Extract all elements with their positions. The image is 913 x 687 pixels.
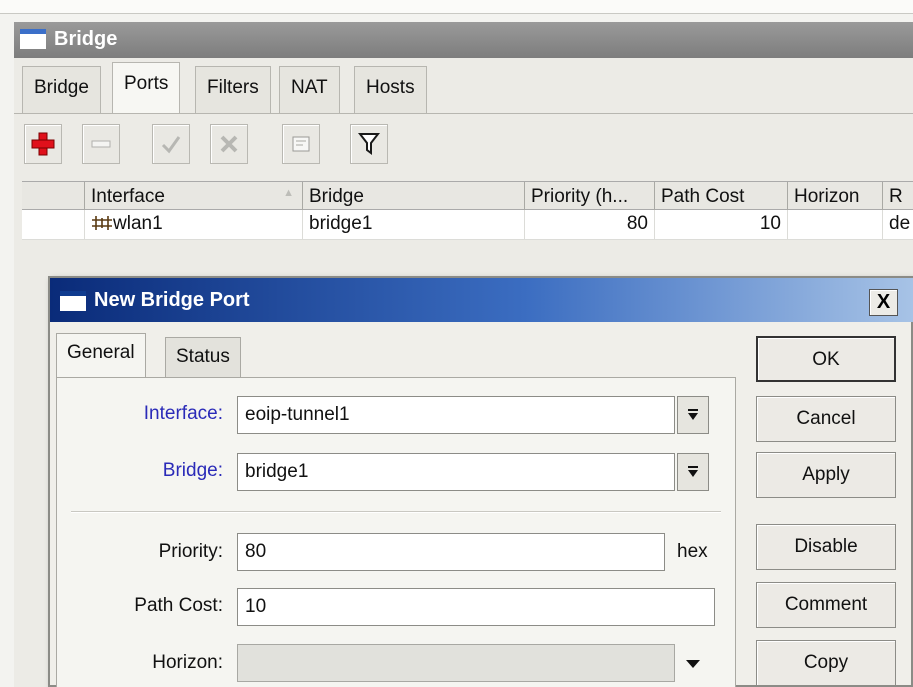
disable-button[interactable]: Disable: [756, 524, 896, 570]
minus-icon: [91, 140, 111, 148]
horizon-input[interactable]: [237, 644, 675, 682]
enable-button[interactable]: [152, 124, 190, 164]
row-interface: wlan1: [113, 213, 163, 234]
tab-label: Hosts: [366, 77, 415, 98]
tab-label: General: [67, 342, 135, 363]
bridge-label: Bridge:: [162, 460, 223, 481]
row-priority: 80: [524, 210, 654, 240]
priority-input[interactable]: 80: [237, 533, 665, 571]
check-icon: [161, 136, 181, 154]
tab-label: Status: [176, 346, 230, 367]
copy-button[interactable]: Copy: [756, 640, 896, 686]
ok-button[interactable]: OK: [756, 336, 896, 382]
comment-button[interactable]: Comment: [756, 582, 896, 628]
path-cost-label: Path Cost:: [134, 595, 223, 616]
interface-label: Interface:: [143, 403, 223, 424]
ports-table-header: Interface ▲ Bridge Priority (h... Path C…: [22, 181, 913, 211]
interface-port-icon: [92, 216, 112, 230]
top-window-edge: [0, 0, 913, 14]
close-button[interactable]: X: [869, 289, 898, 316]
row-interface-cell: wlan1: [84, 210, 302, 240]
bridge-window-titlebar: Bridge: [14, 22, 913, 58]
row-horizon: [787, 210, 882, 240]
comment-icon: [292, 136, 310, 152]
sort-asc-icon: ▲: [283, 187, 294, 199]
horizon-label: Horizon:: [152, 652, 223, 673]
dropdown-arrow-icon: [686, 660, 700, 668]
remove-button[interactable]: [82, 124, 120, 164]
dropdown-arrow-icon: [688, 409, 698, 420]
tab-label: Filters: [207, 77, 259, 98]
disable-button[interactable]: [210, 124, 248, 164]
dialog-title: New Bridge Port: [94, 289, 250, 311]
filter-button[interactable]: [350, 124, 388, 164]
row-bridge: bridge1: [302, 210, 524, 240]
apply-button[interactable]: Apply: [756, 452, 896, 498]
window-icon: [20, 29, 46, 49]
column-header-horizon[interactable]: Horizon: [787, 182, 882, 211]
cross-icon: [220, 135, 238, 153]
tabbar-divider: [14, 113, 913, 114]
column-header-priority[interactable]: Priority (h...: [524, 182, 654, 211]
column-header-path-cost[interactable]: Path Cost: [654, 182, 787, 211]
tab-nat[interactable]: NAT: [279, 66, 340, 114]
add-button[interactable]: [24, 124, 62, 164]
bridge-dropdown-button[interactable]: [677, 453, 709, 491]
dropdown-arrow-icon: [688, 466, 698, 477]
column-header-flags[interactable]: [22, 182, 84, 211]
filter-icon: [358, 133, 380, 155]
tab-filters[interactable]: Filters: [195, 66, 271, 114]
tab-general[interactable]: General: [56, 333, 146, 378]
tab-status[interactable]: Status: [165, 337, 241, 377]
comment-button[interactable]: [282, 124, 320, 164]
priority-label: Priority:: [158, 541, 223, 562]
window-icon: [60, 291, 86, 311]
horizon-dropdown-button[interactable]: [685, 654, 701, 676]
row-r: de: [882, 210, 913, 240]
column-label: Interface: [91, 186, 165, 207]
cancel-button[interactable]: Cancel: [756, 396, 896, 442]
bridge-select[interactable]: bridge1: [237, 453, 675, 491]
bridge-window-title: Bridge: [54, 28, 118, 50]
column-header-interface[interactable]: Interface ▲: [84, 182, 302, 211]
column-header-r[interactable]: R: [882, 182, 913, 211]
path-cost-input[interactable]: 10: [237, 588, 715, 626]
interface-dropdown-button[interactable]: [677, 396, 709, 434]
tab-bridge[interactable]: Bridge: [22, 66, 101, 114]
plus-icon: [31, 132, 55, 156]
general-panel: Interface: eoip-tunnel1 Bridge: bridge1 …: [56, 377, 736, 687]
row-path-cost: 10: [654, 210, 787, 240]
priority-unit: hex: [677, 541, 708, 562]
interface-select[interactable]: eoip-tunnel1: [237, 396, 675, 434]
column-header-bridge[interactable]: Bridge: [302, 182, 524, 211]
tab-hosts[interactable]: Hosts: [354, 66, 427, 114]
tab-label: Bridge: [34, 77, 89, 98]
table-row[interactable]: wlan1 bridge1 80 10 de: [22, 210, 913, 240]
close-icon: X: [876, 291, 891, 313]
dialog-titlebar[interactable]: New Bridge Port: [50, 278, 913, 322]
tab-ports[interactable]: Ports: [112, 62, 181, 114]
tab-label: Ports: [124, 73, 169, 94]
tab-label: NAT: [291, 77, 328, 98]
row-flags: [22, 210, 84, 240]
section-divider: [71, 511, 721, 513]
